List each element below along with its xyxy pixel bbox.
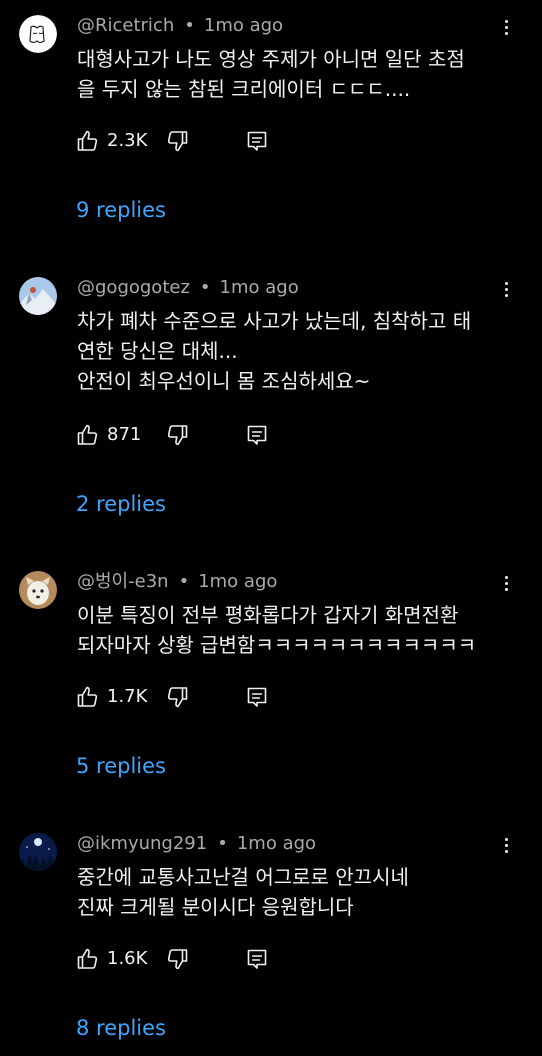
thumb-down-icon[interactable] [165,129,189,153]
more-vert-icon[interactable] [496,277,516,301]
comment-actions: 1.7K [76,685,276,711]
avatar[interactable] [19,833,57,871]
comment-text: 차가 폐차 수준으로 사고가 났는데, 침착하고 태 연한 당신은 대체... … [77,306,497,396]
comment-actions: 1.6K [76,947,276,973]
reply-icon[interactable] [245,423,269,447]
comment-time: 1mo ago [198,571,278,592]
like-count: 2.3K [107,130,148,151]
comment-meta: @Ricetrich • 1mo ago [77,15,283,37]
avatar[interactable] [19,571,57,609]
comment-time: 1mo ago [236,833,317,854]
comment-actions: 871 [76,423,276,449]
comment-text-line: 중간에 교통사고난걸 어그로로 안끄시네 [77,865,409,889]
more-vert-icon[interactable] [496,571,516,595]
comment-meta: @ikmyung291 • 1mo ago [77,833,316,855]
comment-meta: @벙이-e3n • 1mo ago [77,571,277,593]
comment-text-line: 안전이 최우선이니 몸 조심하세요~ [77,369,371,393]
thumb-down-icon[interactable] [165,423,189,447]
comment-text-line: 차가 폐차 수준으로 사고가 났는데, 침착하고 태 [77,309,472,333]
thumb-up-icon[interactable] [76,947,100,971]
comment-text-line: 대형사고가 나도 영상 주제가 아니면 일단 초점 [77,47,465,71]
comment-author[interactable]: @벙이-e3n [77,571,169,592]
avatar[interactable] [19,15,57,53]
like-count: 871 [107,424,142,445]
comment-time: 1mo ago [203,15,284,36]
comment-meta: @gogogotez • 1mo ago [77,277,299,299]
comment-author[interactable]: @Ricetrich [77,15,174,36]
reply-icon[interactable] [245,129,269,153]
like-count: 1.6K [107,948,148,969]
more-vert-icon[interactable] [496,833,516,857]
comment-time: 1mo ago [219,277,299,298]
thumb-up-icon[interactable] [76,423,100,447]
view-replies-link[interactable]: 9 replies [76,196,166,224]
comment-text-line: 연한 당신은 대체... [77,339,238,363]
comment-text: 대형사고가 나도 영상 주제가 아니면 일단 초점 을 두지 않는 참된 크리에… [77,44,497,104]
comment-text-line: 되자마자 상황 급변함ㅋㅋㅋㅋㅋㅋㅋㅋㅋㅋㅋㅋ [77,633,477,657]
reply-icon[interactable] [245,947,269,971]
comment-text-line: 을 두지 않는 참된 크리에이터 ㄷㄷㄷ.... [77,77,411,101]
separator-dot: • [199,277,211,298]
thumb-down-icon[interactable] [165,947,189,971]
comment-text-line: 이분 특징이 전부 평화롭다가 갑자기 화면전환 [77,603,459,627]
comment-author[interactable]: @gogogotez [77,277,190,298]
comment-text-line: 진짜 크게될 분이시다 응원합니다 [77,895,354,919]
view-replies-link[interactable]: 2 replies [76,490,166,518]
reply-icon[interactable] [245,685,269,709]
thumb-up-icon[interactable] [76,685,100,709]
comment-text: 중간에 교통사고난걸 어그로로 안끄시네 진짜 크게될 분이시다 응원합니다 [77,862,497,922]
view-replies-link[interactable]: 5 replies [76,752,166,780]
more-vert-icon[interactable] [496,15,516,39]
thumb-down-icon[interactable] [165,685,189,709]
comment-author[interactable]: @ikmyung291 [77,833,207,854]
like-count: 1.7K [107,686,148,707]
avatar[interactable] [19,277,57,315]
separator-dot: • [217,833,228,854]
comment-actions: 2.3K [76,129,276,155]
comment-text: 이분 특징이 전부 평화롭다가 갑자기 화면전환 되자마자 상황 급변함ㅋㅋㅋㅋ… [77,600,497,660]
view-replies-link[interactable]: 8 replies [76,1014,166,1042]
separator-dot: • [178,571,190,592]
thumb-up-icon[interactable] [76,129,100,153]
separator-dot: • [184,15,195,36]
